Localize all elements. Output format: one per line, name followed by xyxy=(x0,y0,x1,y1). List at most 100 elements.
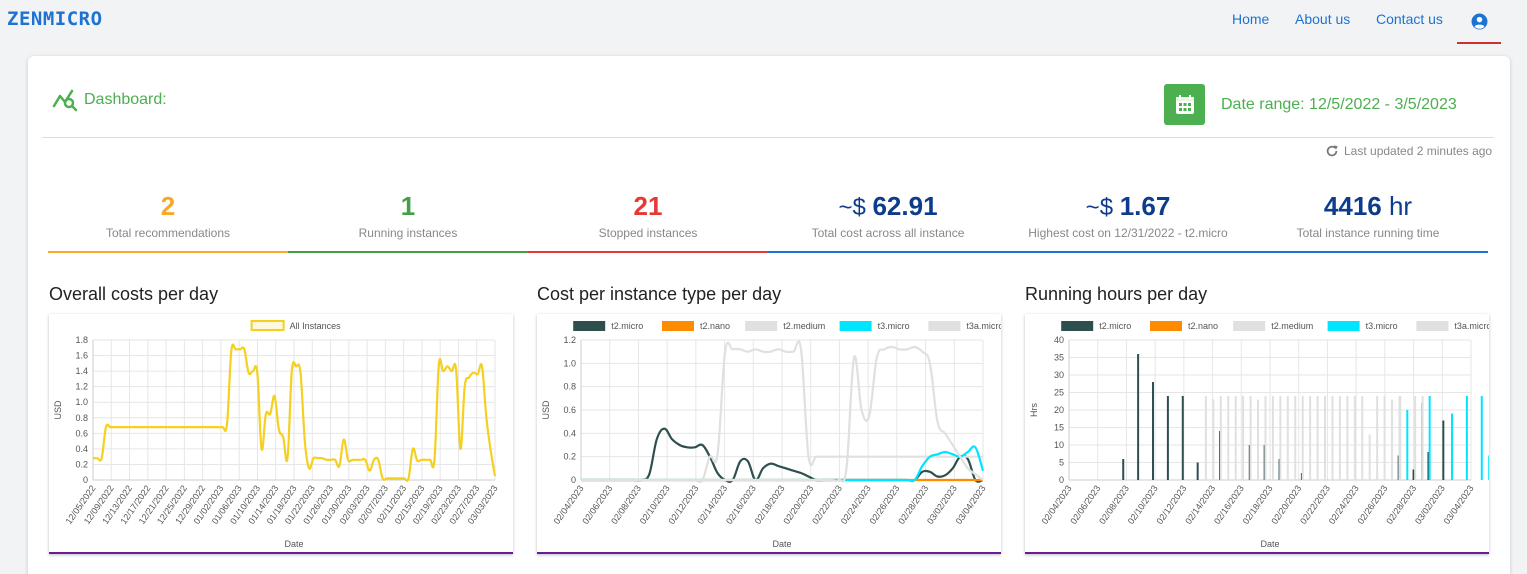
bar-t2-medium xyxy=(1227,396,1230,480)
bar-t2-micro xyxy=(1181,396,1184,480)
legend-label: t2.nano xyxy=(1188,321,1218,331)
chart-svg: t2.micro t2.nano t2.medium t3.micro t3a.micr… xyxy=(1029,321,1489,549)
bar-t2-medium xyxy=(1212,399,1215,480)
stat-value: 2 xyxy=(160,191,176,221)
y-tick-label: 1.6 xyxy=(75,351,88,361)
x-tick-label: 03/04/2023 xyxy=(1442,483,1476,526)
refresh-icon[interactable] xyxy=(1325,144,1339,158)
calendar-button[interactable] xyxy=(1164,84,1205,125)
bar-t2-medium xyxy=(1376,396,1379,480)
stat-value: 4416 hr xyxy=(1323,191,1413,221)
y-tick-label: 0.6 xyxy=(563,405,576,415)
y-tick-label: 0.8 xyxy=(75,413,88,423)
bar-t2-medium xyxy=(1331,396,1334,480)
stat-underline xyxy=(768,251,1008,253)
date-range-text: Date range: 12/5/2022 - 3/5/2023 xyxy=(1221,95,1457,113)
dashboard-card: Dashboard: Date range: 12/5/2022 - 3/5/2… xyxy=(28,56,1510,574)
y-tick-label: 25 xyxy=(1054,388,1064,398)
y-tick-label: 1.4 xyxy=(75,366,88,376)
y-axis-title: Hrs xyxy=(1029,403,1039,417)
y-tick-label: 0.6 xyxy=(75,428,88,438)
nav-home-link[interactable]: Home xyxy=(1232,11,1269,27)
date-range-picker: Date range: 12/5/2022 - 3/5/2023 xyxy=(1164,84,1457,125)
bar-t2-medium xyxy=(1242,396,1245,480)
running-hours-panel: Running hours per day t2.micro t2.nano t2.… xyxy=(1025,282,1489,554)
bar-t2-medium xyxy=(1368,434,1371,480)
bar-t2-medium xyxy=(1271,396,1274,480)
nav-about-link[interactable]: About us xyxy=(1295,11,1350,27)
legend-swatch xyxy=(1150,321,1182,331)
y-tick-label: 0 xyxy=(571,475,576,485)
dashboard-header: Dashboard: xyxy=(52,88,167,112)
bar-t3a-micro xyxy=(1421,396,1424,480)
running-hours-chart: t2.micro t2.nano t2.medium t3.micro t3a.micr… xyxy=(1025,314,1489,554)
bar-t3-micro xyxy=(1450,413,1453,480)
bar-t2-medium xyxy=(1301,396,1304,480)
bar-t2-medium xyxy=(1294,396,1297,480)
stats-row: 2 Total recommendations 1 Running instan… xyxy=(48,190,1488,253)
stat-stopped-instances: 21 Stopped instances xyxy=(528,190,768,253)
bar-t2-medium xyxy=(1286,396,1289,480)
instance-type-cost-panel: Cost per instance type per day t2.micro t… xyxy=(537,282,1001,554)
y-tick-label: 1.0 xyxy=(563,358,576,368)
bar-t2-medium xyxy=(1234,396,1237,480)
legend-swatch xyxy=(1061,321,1094,331)
bar-t2-medium xyxy=(1324,396,1327,480)
stat-underline xyxy=(48,251,288,253)
overall-costs-panel: Overall costs per day All Instances 0 0.2 0… xyxy=(49,282,513,554)
y-axis-title: USD xyxy=(53,400,63,420)
brand-logo[interactable]: ZENMICRO xyxy=(7,8,103,30)
bar-t3a-micro xyxy=(1399,396,1402,480)
bar-t2-micro xyxy=(1137,354,1140,480)
bar-t3-micro xyxy=(1406,410,1409,480)
user-account-button[interactable] xyxy=(1457,0,1501,44)
last-updated: Last updated 2 minutes ago xyxy=(1325,144,1492,158)
stat-underline xyxy=(1248,251,1488,253)
stat-label: Stopped instances xyxy=(598,226,698,240)
stat-running-time: 4416 hr Total instance running time xyxy=(1248,190,1488,253)
chart-title: Running hours per day xyxy=(1025,284,1208,304)
calendar-icon xyxy=(1175,94,1194,114)
stat-label: Total recommendations xyxy=(105,226,231,240)
bar-t2-medium xyxy=(1204,396,1207,480)
user-circle-icon xyxy=(1471,13,1487,29)
y-tick-label: 40 xyxy=(1054,335,1064,345)
nav-contact-link[interactable]: Contact us xyxy=(1376,11,1443,27)
bar-t2-medium xyxy=(1219,396,1222,480)
chart-title: Overall costs per day xyxy=(49,284,219,304)
legend-label: t3a.micro xyxy=(1454,321,1489,331)
stat-underline xyxy=(288,251,528,253)
bar-t3-micro xyxy=(1465,396,1468,480)
x-axis-title: Date xyxy=(284,539,303,549)
legend-label: t2.micro xyxy=(1099,321,1131,331)
y-tick-label: 0.8 xyxy=(563,382,576,392)
bar-t3-micro xyxy=(1428,396,1431,480)
stat-value: 1 xyxy=(400,191,416,221)
y-tick-label: 0.2 xyxy=(75,459,88,469)
bar-t2-micro xyxy=(1166,396,1169,480)
y-tick-label: 0.4 xyxy=(563,428,576,438)
legend-label: t3.micro xyxy=(1366,321,1398,331)
chart-title: Cost per instance type per day xyxy=(537,284,782,304)
y-tick-label: 1.0 xyxy=(75,397,88,407)
legend-label: t3.micro xyxy=(878,321,910,331)
y-tick-label: 5 xyxy=(1059,458,1064,468)
legend-label: t2.medium xyxy=(1271,321,1313,331)
overall-costs-chart: All Instances 0 0.2 0.4 0.6 0.8 1.0 1.2 1.4 1.6 1.… xyxy=(49,314,513,554)
bar-t2-micro xyxy=(1442,420,1445,480)
bar-t2-medium xyxy=(1257,399,1260,480)
header-divider xyxy=(42,137,1494,138)
legend-swatch xyxy=(839,321,872,331)
legend-swatch xyxy=(1327,321,1360,331)
chart-svg: t2.micro t2.nano t2.medium t3.micro t3a.micr… xyxy=(541,321,1001,549)
legend-swatch xyxy=(928,321,961,331)
bar-t2-medium xyxy=(1346,396,1349,480)
bar-t2-medium xyxy=(1338,396,1341,480)
y-tick-label: 0 xyxy=(83,475,88,485)
y-tick-label: 20 xyxy=(1054,405,1064,415)
stat-underline xyxy=(528,251,768,253)
legend-label: t2.medium xyxy=(783,321,825,331)
x-tick-label: 03/04/2023 xyxy=(954,483,988,526)
y-tick-label: 1.2 xyxy=(563,335,576,345)
legend-swatch xyxy=(250,320,285,331)
